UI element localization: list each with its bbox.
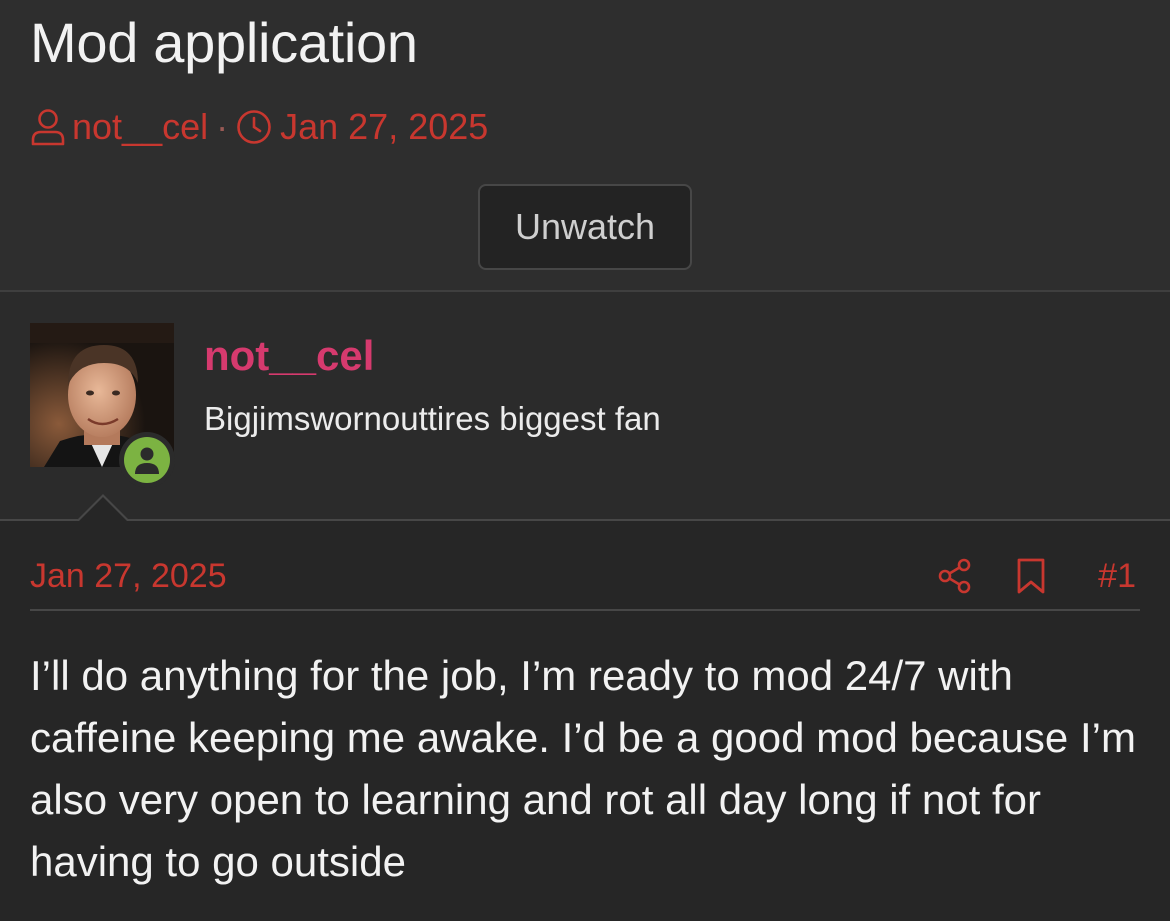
post-date[interactable]: Jan 27, 2025 <box>30 557 227 596</box>
post-author-username[interactable]: not__cel <box>204 332 374 380</box>
bookmark-icon[interactable] <box>1016 557 1046 595</box>
online-status-badge <box>119 432 175 488</box>
post: Jan 27, 2025 #1 I’ll do anything for the… <box>0 521 1170 921</box>
thread-header: Mod application not__cel · Jan 27, 2025 … <box>0 0 1170 292</box>
post-author-user-title: Bigjimswornouttires biggest fan <box>204 400 661 437</box>
unwatch-button[interactable]: Unwatch <box>478 184 692 270</box>
user-icon <box>30 108 66 146</box>
thread-page: Mod application not__cel · Jan 27, 2025 … <box>0 0 1170 921</box>
post-actions: #1 <box>938 555 1136 597</box>
meta-separator: · <box>216 106 229 147</box>
thread-date[interactable]: Jan 27, 2025 <box>280 106 488 148</box>
post-author-block: not__cel Bigjimswornouttires biggest fan <box>0 292 1170 522</box>
online-user-icon <box>135 447 159 474</box>
post-header: Jan 27, 2025 #1 <box>30 521 1140 611</box>
share-icon[interactable] <box>938 558 972 594</box>
thread-meta: not__cel · Jan 27, 2025 <box>30 106 488 148</box>
clock-icon <box>236 109 272 145</box>
message-arrow-fill <box>78 497 128 522</box>
post-number-link[interactable]: #1 <box>1098 557 1136 596</box>
thread-author-link[interactable]: not__cel <box>72 106 208 148</box>
thread-title: Mod application <box>30 11 418 74</box>
post-content: I’ll do anything for the job, I’m ready … <box>30 652 1136 885</box>
